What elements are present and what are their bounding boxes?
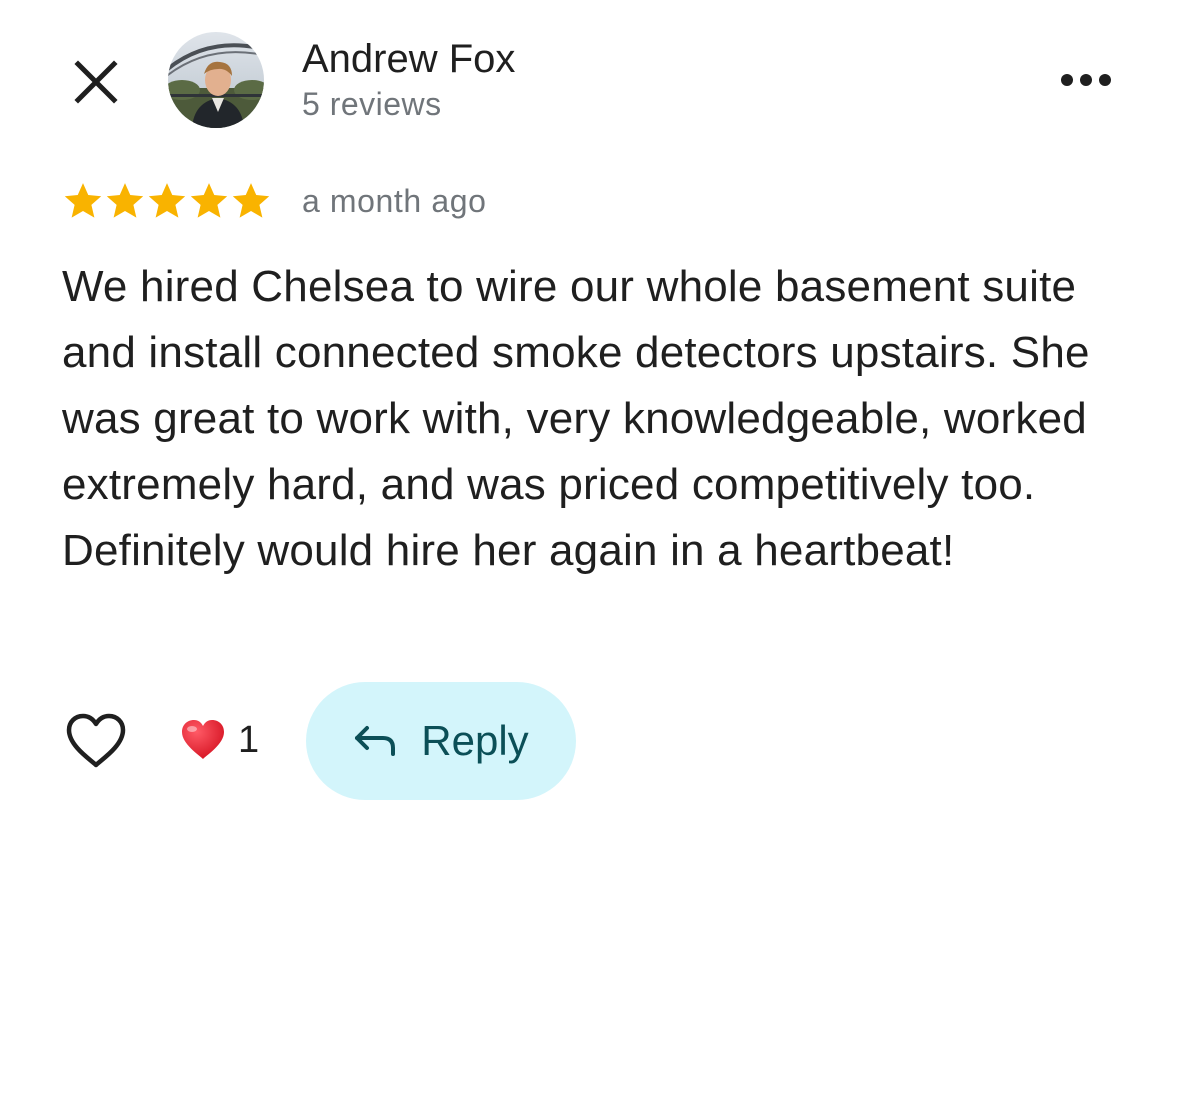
star-icon [232,183,270,218]
star-rating [62,180,272,222]
star-icon [64,183,102,218]
reply-button[interactable]: Reply [306,682,576,800]
author-review-count: 5 reviews [302,86,442,122]
reply-label: Reply [421,717,529,764]
reply-arrow-icon [355,726,396,756]
author-info: Andrew Fox 5 reviews [302,36,515,124]
avatar[interactable] [168,32,264,128]
review-text: We hired Chelsea to wire our whole basem… [62,262,1090,575]
star-icon [106,183,144,218]
review-dialog: Andrew Fox 5 reviews a month ago We hire… [0,0,1179,1111]
close-button[interactable] [64,50,128,114]
red-heart-icon [182,720,224,759]
star-icon [190,183,228,218]
profile-photo [168,32,264,128]
star-icon [148,183,186,218]
like-button[interactable] [60,708,132,774]
close-icon [74,60,118,104]
heart-outline-icon [66,713,126,768]
more-options-button[interactable] [1050,58,1122,102]
author-name[interactable]: Andrew Fox [302,36,515,82]
reaction-count: 1 [238,719,260,761]
reaction-summary[interactable]: 1 [180,716,259,764]
review-time: a month ago [302,183,487,219]
rating-row: a month ago [62,180,487,222]
more-options-icon [1061,74,1111,86]
